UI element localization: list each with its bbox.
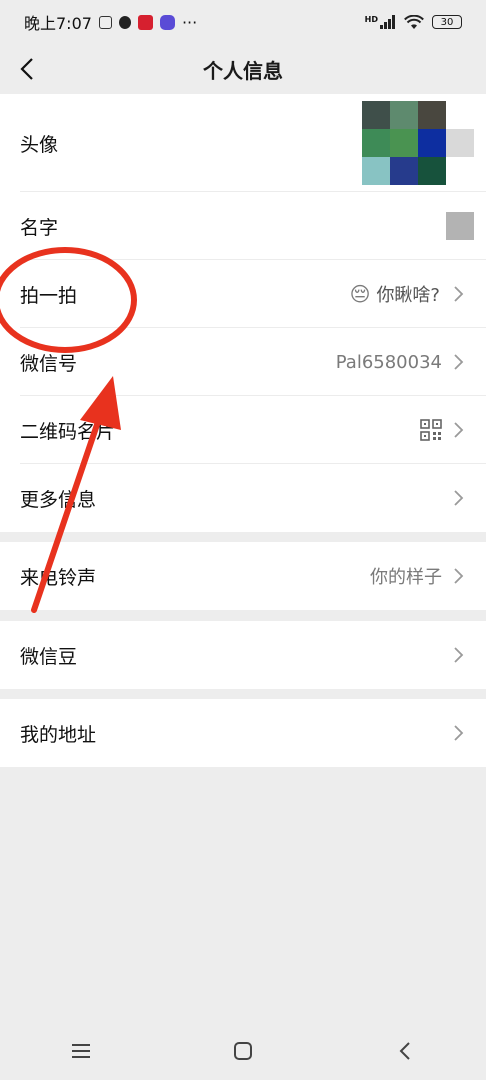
wifi-icon <box>404 14 424 29</box>
chevron-right-icon <box>454 647 464 663</box>
battery-icon: 30 <box>432 15 462 29</box>
hd-signal-icon: HD <box>365 15 396 29</box>
status-right: HD 30 <box>365 14 462 30</box>
wechat-id-value-group: Pal6580034 <box>336 352 466 373</box>
qrcode-value-group <box>420 419 466 441</box>
address-value-group <box>452 724 466 742</box>
status-bar: 晚上7:07 ··· HD 30 <box>0 0 486 44</box>
avatar-value <box>362 101 474 185</box>
address-label: 我的地址 <box>20 723 97 746</box>
status-time: 晚上7:07 <box>24 14 92 33</box>
ringtone-label: 来电铃声 <box>20 566 97 589</box>
qrcode-label: 二维码名片 <box>20 420 116 443</box>
more-info-label: 更多信息 <box>20 488 97 511</box>
address-row[interactable]: 我的地址 <box>0 699 486 767</box>
menu-icon <box>72 1044 90 1058</box>
battery-level: 30 <box>440 16 454 28</box>
chevron-right-icon <box>454 422 464 438</box>
more-info-row[interactable]: 更多信息 <box>0 464 486 532</box>
ringtone-value: 你的样子 <box>370 567 442 588</box>
hd-label: HD <box>364 15 378 24</box>
pat-row[interactable]: 拍一拍 😔 你瞅啥? <box>0 260 486 328</box>
chevron-right-icon <box>454 490 464 506</box>
navigation-bar: 个人信息 <box>0 44 486 94</box>
address-group: 我的地址 <box>0 699 486 767</box>
back-icon <box>399 1042 410 1060</box>
more-info-value-group <box>452 489 466 507</box>
ringtone-row[interactable]: 来电铃声 你的样子 <box>0 542 486 610</box>
ringtone-group: 来电铃声 你的样子 <box>0 542 486 610</box>
pat-emoji: 😔 <box>349 282 371 306</box>
wechat-id-value: Pal6580034 <box>335 351 442 373</box>
chevron-right-icon <box>454 568 464 584</box>
beans-value-group <box>452 646 466 664</box>
avatar <box>362 101 474 185</box>
chevron-right-icon <box>454 286 464 302</box>
ringtone-value-group: 你的样子 <box>370 563 466 589</box>
wechat-id-row[interactable]: 微信号 Pal6580034 <box>0 328 486 396</box>
qrcode-icon <box>420 419 442 441</box>
qrcode-row[interactable]: 二维码名片 <box>0 396 486 464</box>
app-icon-red <box>137 14 153 30</box>
beans-row[interactable]: 微信豆 <box>0 621 486 689</box>
pat-label: 拍一拍 <box>20 284 78 307</box>
avatar-row[interactable]: 头像 <box>0 94 486 192</box>
qq-icon <box>118 15 131 29</box>
menu-button[interactable] <box>57 1031 105 1071</box>
name-row[interactable]: 名字 <box>0 192 486 260</box>
profile-group: 头像 名字 拍一拍 😔 你瞅啥? 微信号 Pal6580034 二维码名片 更多… <box>0 94 486 532</box>
back-arrow-icon <box>20 58 33 80</box>
beans-group: 微信豆 <box>0 621 486 689</box>
name-blurred-image <box>446 212 474 240</box>
chevron-right-icon <box>454 725 464 741</box>
pat-value-group: 😔 你瞅啥? <box>350 281 466 307</box>
system-back-button[interactable] <box>381 1031 429 1071</box>
nfc-icon <box>98 15 112 29</box>
page-title: 个人信息 <box>203 58 283 83</box>
app-icon-purple <box>159 14 175 30</box>
status-more-dots: ··· <box>181 12 198 32</box>
system-navigation-bar <box>0 1022 486 1080</box>
status-left: 晚上7:07 ··· <box>24 10 197 34</box>
home-button[interactable] <box>219 1031 267 1071</box>
beans-label: 微信豆 <box>20 645 78 668</box>
back-button[interactable] <box>12 54 42 84</box>
wechat-id-label: 微信号 <box>20 352 78 375</box>
name-value <box>446 212 474 240</box>
home-icon <box>234 1042 252 1060</box>
name-label: 名字 <box>20 216 59 239</box>
pat-value: 你瞅啥? <box>376 285 440 306</box>
chevron-right-icon <box>454 354 464 370</box>
avatar-label: 头像 <box>20 133 59 156</box>
